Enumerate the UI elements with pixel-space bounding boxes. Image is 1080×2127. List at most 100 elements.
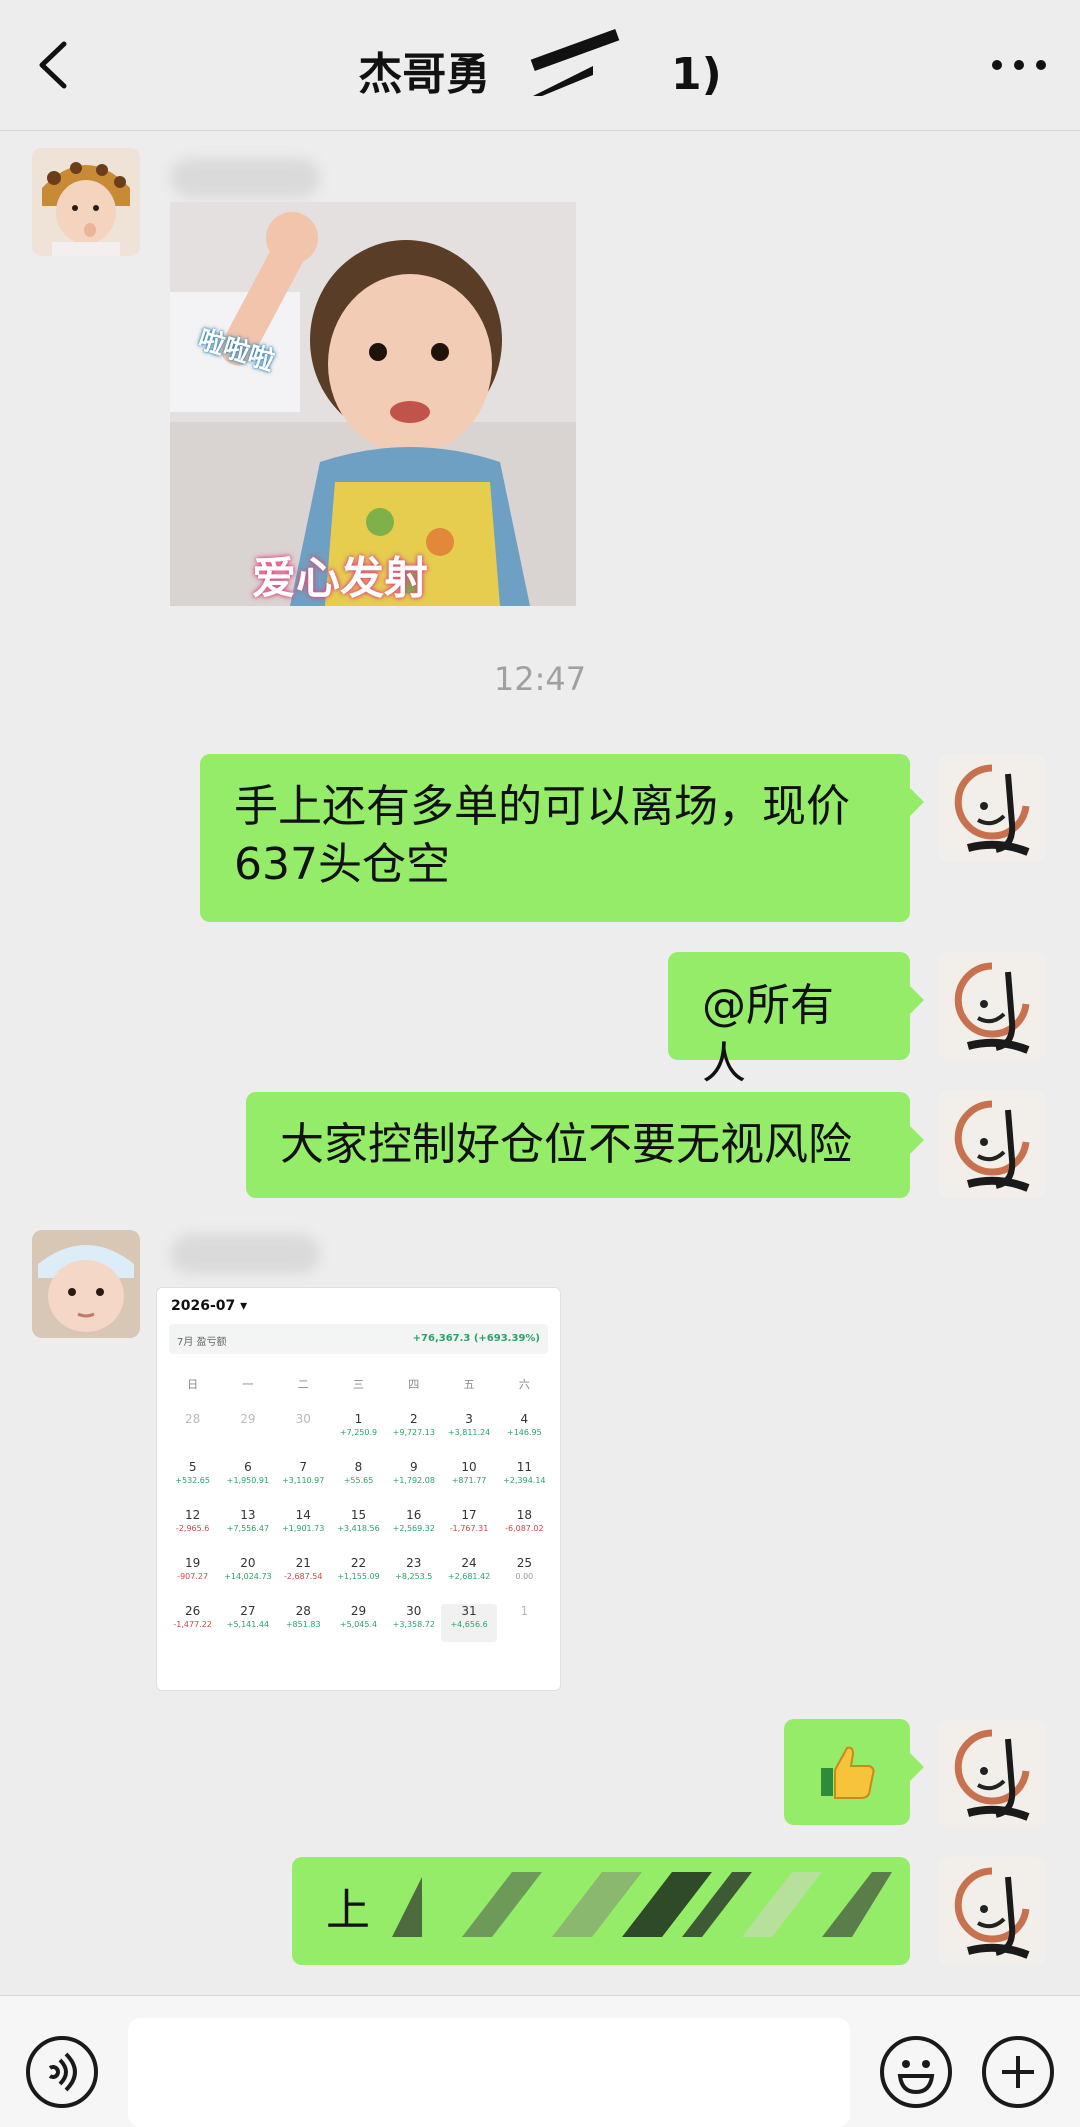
avatar[interactable] [938,1857,1046,1965]
calendar-day: 28 +851.83 [276,1604,331,1642]
message-bubble-outgoing[interactable]: 上 [292,1857,910,1965]
calendar-day-pnl: +532.65 [175,1476,210,1485]
calendar-day: 5 +532.65 [165,1460,220,1498]
timestamp: 12:47 [493,660,587,698]
calendar-day: 15 +3,418.56 [331,1508,386,1546]
sticker-caption-bottom: 爱心发射 [252,553,428,604]
calendar-day-number: 12 [185,1508,201,1522]
avatar[interactable] [938,1719,1046,1827]
calendar-day-number: 31 [461,1604,477,1618]
calendar-day-number: 19 [185,1556,201,1570]
calendar-day-pnl: +8,253.5 [395,1572,433,1581]
calendar-day-pnl: +55.65 [343,1476,374,1485]
calendar-day: 12 -2,965.6 [165,1508,220,1546]
more-dots-icon[interactable] [990,52,1050,72]
calendar-day: 16 +2,569.32 [386,1508,441,1546]
calendar-day: 23 +8,253.5 [386,1556,441,1594]
calendar-month: 2026-07 ▾ [171,1298,248,1314]
message-bubble-outgoing[interactable]: @所有人 [668,952,924,1089]
calendar-day: 30 [276,1412,331,1450]
calendar-day-pnl: +2,394.14 [503,1476,546,1485]
calendar-day-pnl: +5,045.4 [339,1620,378,1629]
avatar[interactable] [938,952,1046,1060]
message-text: 637头仓空 [234,839,450,890]
calendar-day-number: 29 [240,1412,256,1426]
calendar-day-number: 1 [520,1604,529,1618]
calendar-day: 20 +14,024.73 [220,1556,275,1594]
calendar-weekday: 日 [187,1378,199,1391]
calendar-day-number: 14 [295,1508,311,1522]
message-bubble-outgoing[interactable]: 手上还有多单的可以离场，现价 637头仓空 [200,754,924,922]
emoji-icon[interactable] [880,2036,952,2108]
calendar-day: 25 0.00 [497,1556,552,1594]
calendar-day-pnl: +851.83 [285,1620,321,1629]
calendar-day: 7 +3,110.97 [276,1460,331,1498]
calendar-day-number: 23 [406,1556,422,1570]
calendar-day-pnl: +9,727.13 [392,1428,435,1437]
calendar-day: 22 +1,155.09 [331,1556,386,1594]
calendar-day-number: 3 [465,1412,473,1426]
calendar-weekday: 四 [408,1378,420,1391]
sender-name-blurred [170,1234,320,1274]
calendar-day-pnl: 0.00 [515,1572,534,1581]
chat-header: 杰哥勇 1) [0,0,1080,131]
calendar-day-pnl: -907.27 [177,1572,209,1581]
calendar-day: 31 +4,656.6 [441,1604,497,1642]
calendar-day: 1 [497,1604,552,1642]
calendar-day-number: 29 [350,1604,367,1618]
input-bar [0,1995,1080,2127]
calendar-day: 11 +2,394.14 [497,1460,552,1498]
message-bubble-outgoing[interactable] [784,1719,924,1825]
message-input[interactable] [128,2018,850,2127]
calendar-day-pnl: +3,811.24 [447,1428,491,1437]
calendar-day: 29 [220,1412,275,1450]
calendar-day-number: 7 [299,1460,308,1474]
thumbs-up-icon [821,1746,875,1799]
sticker-image[interactable]: 啦啦啦 爱心发射 [170,202,576,606]
calendar-day-pnl: +3,110.97 [282,1476,325,1485]
calendar-day-pnl: +871.77 [451,1476,487,1485]
calendar-day-pnl: -1,767.31 [449,1524,489,1533]
redaction-overlay [392,1872,892,1937]
calendar-day-number: 9 [409,1460,418,1474]
avatar[interactable] [32,1230,140,1338]
calendar-day-number: 2 [409,1412,418,1426]
voice-icon[interactable] [26,2036,98,2108]
avatar[interactable] [938,1090,1046,1198]
chat-title: 杰哥勇 1) [0,38,1080,102]
calendar-day-pnl: +4,656.6 [450,1620,488,1629]
calendar-day: 6 +1,950.91 [220,1460,275,1498]
avatar[interactable] [32,148,140,256]
calendar-day-number: 10 [461,1460,477,1474]
calendar-day-pnl: +14,024.73 [224,1572,272,1581]
calendar-day: 1 +7,250.9 [331,1412,386,1450]
calendar-day-pnl: -6,087.02 [505,1524,544,1533]
calendar-day-number: 5 [188,1460,197,1474]
summary-label: 7月 盈亏额 [177,1337,227,1348]
plus-icon[interactable] [982,2036,1054,2108]
calendar-day: 30 +3,358.72 [386,1604,441,1642]
calendar-day: 4 +146.95 [497,1412,552,1450]
calendar-day-number: 4 [520,1412,529,1426]
calendar-day-pnl: -1,477.22 [173,1620,212,1629]
avatar[interactable] [938,754,1046,862]
chat-title-count: 1) [670,49,722,100]
calendar-day-pnl: +3,358.72 [392,1620,435,1629]
calendar-day: 24 +2,681.42 [441,1556,496,1594]
calendar-day-number: 18 [516,1508,532,1522]
calendar-day: 26 -1,477.22 [165,1604,220,1642]
calendar-screenshot[interactable]: 2026-07 ▾ 7月 盈亏额 +76,367.3 (+693.39%) 日 一… [156,1287,561,1691]
calendar-day: 19 -907.27 [165,1556,220,1594]
calendar-weekday: 二 [297,1378,309,1391]
calendar-day-number: 11 [516,1460,532,1474]
calendar-day-number: 25 [516,1556,532,1570]
calendar-day-number: 30 [295,1412,311,1426]
calendar-day-pnl: +1,792.08 [392,1476,435,1485]
calendar-day: 17 -1,767.31 [441,1508,496,1546]
message-bubble-outgoing[interactable]: 大家控制好仓位不要无视风险 [246,1092,924,1198]
calendar-day-number: 1 [354,1412,363,1426]
calendar-day-pnl: -2,687.54 [283,1572,323,1581]
calendar-day-number: 24 [461,1556,477,1570]
calendar-day-number: 28 [185,1412,201,1426]
calendar-day: 9 +1,792.08 [386,1460,441,1498]
